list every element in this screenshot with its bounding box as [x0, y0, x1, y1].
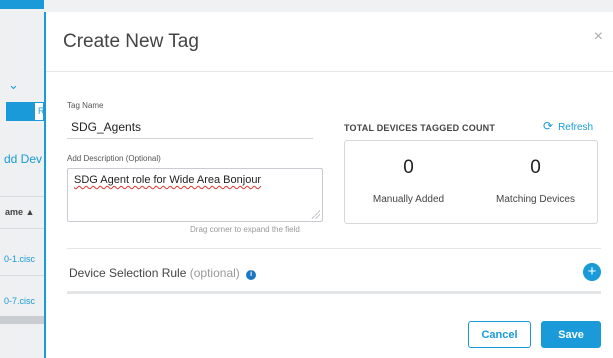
- count-label: Manually Added: [372, 194, 445, 205]
- refresh-label[interactable]: Refresh: [558, 122, 593, 133]
- rule-title: Device Selection Rule (optional) i: [69, 266, 257, 280]
- tag-name-input[interactable]: [67, 115, 313, 139]
- divider: [0, 275, 44, 276]
- close-icon[interactable]: ×: [594, 28, 603, 46]
- horizontal-scrollbar[interactable]: [0, 316, 44, 324]
- matching-devices-count: 0 Matching Devices: [472, 141, 599, 225]
- divider: [0, 196, 44, 197]
- device-selection-rule-section: Device Selection Rule (optional) i +: [67, 248, 601, 294]
- drag-hint: Drag corner to expand the field: [190, 225, 300, 234]
- count-label: Matching Devices: [496, 194, 575, 205]
- description-text[interactable]: SDG Agent role for Wide Area Bonjour: [74, 174, 261, 186]
- modal-header: Create New Tag ×: [46, 12, 613, 72]
- chevron-down-icon[interactable]: ⌄: [8, 77, 19, 93]
- info-icon[interactable]: i: [246, 270, 257, 280]
- toggle-active-segment[interactable]: [7, 103, 35, 120]
- add-device-link[interactable]: dd Dev: [4, 152, 42, 166]
- tag-name-label: Tag Name: [67, 101, 104, 110]
- refresh-button[interactable]: ⟳ Refresh: [543, 119, 593, 133]
- cancel-button[interactable]: Cancel: [468, 321, 531, 348]
- background-toggle[interactable]: R: [6, 102, 44, 121]
- description-label: Add Description (Optional): [67, 154, 161, 163]
- background-topbar: [0, 0, 44, 9]
- create-tag-modal: Create New Tag × Tag Name Add Descriptio…: [44, 12, 613, 358]
- save-button[interactable]: Save: [541, 321, 601, 348]
- refresh-icon[interactable]: ⟳: [543, 119, 553, 133]
- rule-title-text: Device Selection Rule: [69, 266, 187, 280]
- count-box: 0 Manually Added 0 Matching Devices: [344, 140, 598, 224]
- column-header-name[interactable]: ame ▲: [5, 207, 34, 217]
- count-value: 0: [530, 157, 541, 178]
- add-rule-icon[interactable]: +: [583, 263, 601, 281]
- background-page: ⌄ R dd Dev ame ▲ 0-1.cisc 0-7.cisc: [0, 0, 44, 358]
- count-value: 0: [403, 157, 414, 178]
- total-count-title: TOTAL DEVICES TAGGED COUNT: [344, 123, 496, 133]
- description-textarea[interactable]: SDG Agent role for Wide Area Bonjour: [67, 168, 323, 222]
- modal-title: Create New Tag: [63, 31, 199, 52]
- manually-added-count: 0 Manually Added: [345, 141, 472, 225]
- rule-optional-text: (optional): [189, 266, 240, 280]
- resize-grip-icon[interactable]: [311, 210, 320, 219]
- device-row-link[interactable]: 0-1.cisc: [4, 254, 35, 264]
- device-row-link[interactable]: 0-7.cisc: [4, 296, 35, 306]
- divider: [0, 228, 44, 229]
